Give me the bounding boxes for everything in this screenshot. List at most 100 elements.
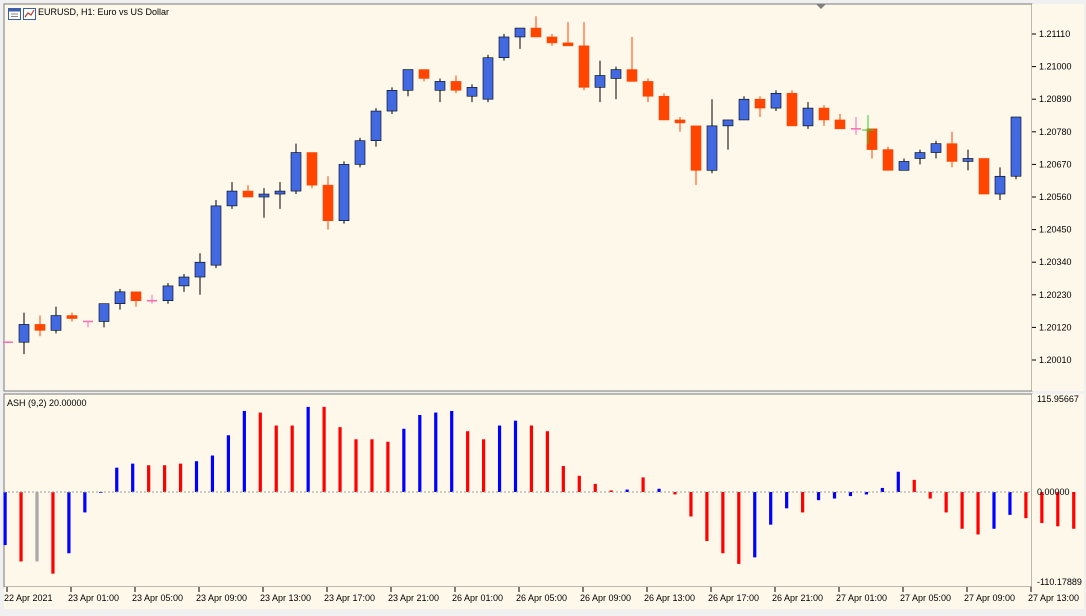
time-label: 23 Apr 17:00 bbox=[324, 593, 375, 603]
histogram-bar bbox=[1056, 492, 1059, 526]
price-label: 1.20890 bbox=[1039, 94, 1072, 104]
candle bbox=[1011, 117, 1021, 179]
histogram-bar bbox=[849, 492, 852, 496]
histogram-bar bbox=[163, 465, 166, 492]
histogram-bar bbox=[530, 426, 533, 492]
histogram-bar bbox=[19, 492, 22, 561]
histogram-bar bbox=[785, 492, 788, 508]
histogram-bar bbox=[801, 492, 804, 512]
time-label: 26 Apr 05:00 bbox=[516, 593, 567, 603]
histogram-bar bbox=[83, 492, 86, 512]
price-label: 1.20120 bbox=[1039, 322, 1072, 332]
histogram-bar bbox=[115, 468, 118, 492]
time-label: 27 Apr 13:00 bbox=[1028, 593, 1079, 603]
time-label: 26 Apr 21:00 bbox=[772, 593, 823, 603]
chart-canvas[interactable]: 1.211101.210001.208901.207801.206701.205… bbox=[0, 0, 1086, 611]
candle bbox=[787, 90, 797, 126]
histogram-bar bbox=[323, 407, 326, 492]
histogram-bar bbox=[1008, 492, 1011, 515]
time-label: 23 Apr 21:00 bbox=[388, 593, 439, 603]
indicator-title: ASH (9,2) 20.00000 bbox=[7, 398, 87, 408]
time-label: 26 Apr 17:00 bbox=[708, 593, 759, 603]
price-label: 1.21110 bbox=[1039, 29, 1070, 39]
indicator-axis-label: 115.95667 bbox=[1037, 394, 1079, 404]
candle bbox=[355, 138, 365, 168]
indicator-panel[interactable] bbox=[4, 394, 1032, 587]
histogram-bar bbox=[51, 492, 54, 574]
candle bbox=[339, 161, 349, 223]
price-label: 1.20670 bbox=[1039, 159, 1072, 169]
histogram-bar bbox=[976, 492, 979, 534]
time-label: 23 Apr 13:00 bbox=[260, 593, 311, 603]
histogram-bar bbox=[897, 472, 900, 492]
histogram-bar bbox=[514, 421, 517, 492]
histogram-bar bbox=[769, 492, 772, 525]
histogram-bar bbox=[562, 466, 565, 492]
candle bbox=[211, 200, 221, 268]
histogram-bar bbox=[243, 411, 246, 492]
chart-type-icon[interactable] bbox=[23, 7, 36, 19]
histogram-bar bbox=[498, 426, 501, 492]
histogram-bar bbox=[1072, 492, 1075, 529]
histogram-bar bbox=[227, 435, 230, 492]
histogram-bar bbox=[833, 492, 836, 499]
time-label: 27 Apr 05:00 bbox=[900, 593, 951, 603]
time-label: 22 Apr 2021 bbox=[4, 593, 53, 603]
histogram-bar bbox=[992, 492, 995, 529]
histogram-bar bbox=[147, 465, 150, 492]
candle bbox=[499, 34, 509, 61]
histogram-bar bbox=[913, 480, 916, 492]
price-label: 1.20010 bbox=[1039, 355, 1072, 365]
chart-title: EURUSD, H1: Euro vs US Dollar bbox=[38, 7, 169, 17]
price-label: 1.20340 bbox=[1039, 257, 1072, 267]
histogram-bar bbox=[179, 464, 182, 492]
time-label: 23 Apr 01:00 bbox=[68, 593, 119, 603]
time-label: 26 Apr 01:00 bbox=[452, 593, 503, 603]
price-panel[interactable] bbox=[4, 4, 1032, 391]
candle bbox=[659, 93, 669, 120]
histogram-bar bbox=[402, 429, 405, 492]
histogram-bar bbox=[35, 492, 38, 561]
histogram-bar bbox=[259, 413, 262, 492]
chart-window: 1.211101.210001.208901.207801.206701.205… bbox=[0, 0, 1086, 611]
time-label: 27 Apr 01:00 bbox=[836, 593, 887, 603]
histogram-bar bbox=[881, 488, 884, 492]
histogram-bar bbox=[721, 492, 724, 553]
histogram-bar bbox=[642, 477, 645, 492]
histogram-bar bbox=[753, 492, 756, 557]
time-label: 23 Apr 05:00 bbox=[132, 593, 183, 603]
histogram-bar bbox=[386, 442, 389, 492]
chart-window-icon[interactable] bbox=[8, 7, 21, 19]
time-label: 26 Apr 13:00 bbox=[644, 593, 695, 603]
histogram-bar bbox=[131, 464, 134, 492]
indicator-axis-label: -110.17889 bbox=[1037, 577, 1082, 587]
candle bbox=[387, 87, 397, 114]
price-label: 1.20450 bbox=[1039, 225, 1072, 235]
histogram-bar bbox=[275, 426, 278, 492]
histogram-bar bbox=[945, 492, 948, 512]
histogram-bar bbox=[482, 439, 485, 492]
histogram-bar bbox=[418, 415, 421, 492]
histogram-bar bbox=[961, 492, 964, 529]
histogram-bar bbox=[594, 484, 597, 492]
time-label: 23 Apr 09:00 bbox=[196, 593, 247, 603]
candle bbox=[771, 90, 781, 111]
histogram-bar bbox=[434, 413, 437, 492]
time-label: 27 Apr 09:00 bbox=[964, 593, 1015, 603]
histogram-bar bbox=[689, 492, 692, 517]
histogram-bar bbox=[705, 492, 708, 541]
indicator-axis-label: 0.00000 bbox=[1037, 487, 1070, 497]
histogram-bar bbox=[466, 431, 469, 492]
price-label: 1.20780 bbox=[1039, 127, 1072, 137]
histogram-bar bbox=[1024, 492, 1027, 518]
price-label: 1.20560 bbox=[1039, 192, 1072, 202]
histogram-bar bbox=[370, 439, 373, 492]
histogram-bar bbox=[4, 492, 7, 545]
candle bbox=[371, 108, 381, 147]
histogram-bar bbox=[578, 476, 581, 492]
time-label: 26 Apr 09:00 bbox=[580, 593, 631, 603]
candle bbox=[483, 55, 493, 102]
histogram-bar bbox=[354, 439, 357, 492]
candle bbox=[979, 158, 989, 194]
histogram-bar bbox=[307, 407, 310, 492]
